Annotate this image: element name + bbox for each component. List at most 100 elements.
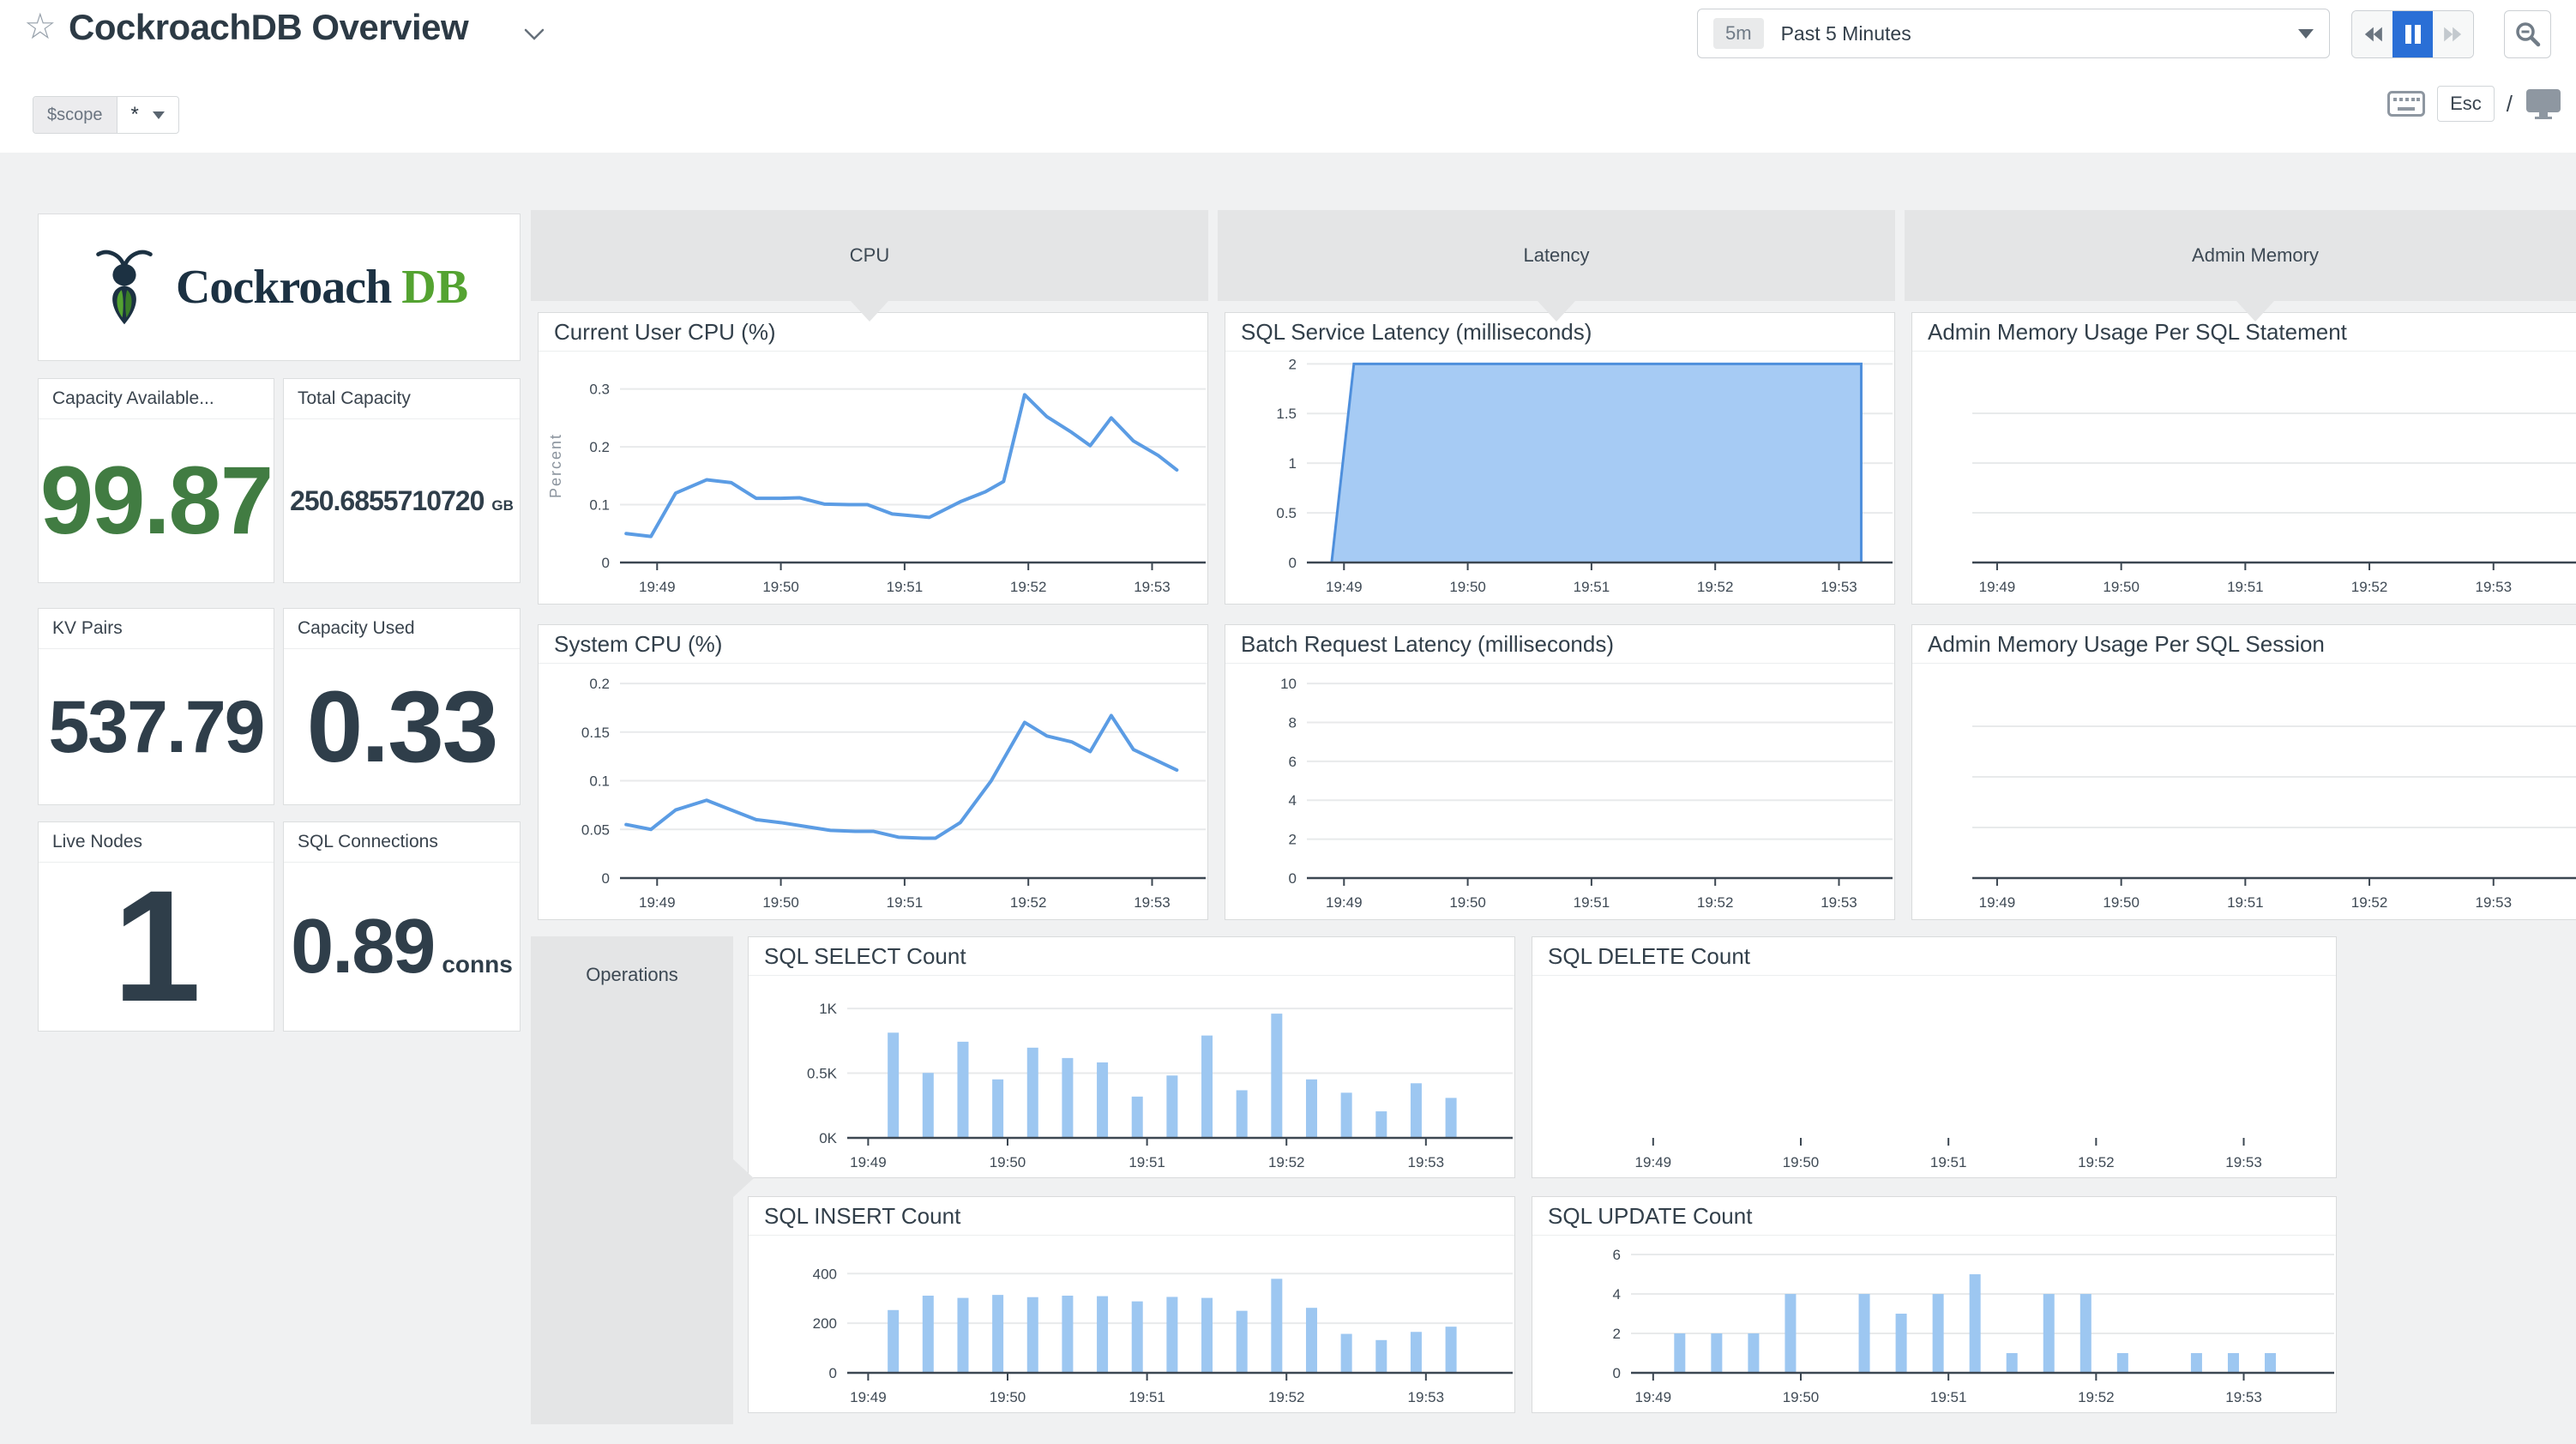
svg-text:19:50: 19:50 <box>990 1154 1026 1170</box>
panel-title: System CPU (%) <box>539 625 1207 664</box>
logo-text: Cockroach <box>175 261 392 314</box>
svg-text:19:50: 19:50 <box>1449 579 1486 595</box>
time-range-picker[interactable]: 5m Past 5 Minutes <box>1697 9 2330 58</box>
svg-text:0: 0 <box>602 870 610 887</box>
svg-text:19:52: 19:52 <box>2078 1389 2115 1405</box>
svg-text:19:49: 19:49 <box>1635 1389 1672 1405</box>
svg-text:19:50: 19:50 <box>2103 579 2140 595</box>
time-range-caret-icon <box>2298 28 2314 39</box>
panel-title: Admin Memory Usage Per SQL Session <box>1912 625 2576 664</box>
page-title: CockroachDB Overview <box>69 7 469 47</box>
card-title: Capacity Available... <box>39 379 274 419</box>
card-capacity-used[interactable]: Capacity Used 0.33 <box>283 608 521 805</box>
panel-title: SQL DELETE Count <box>1532 937 2336 976</box>
svg-text:19:49: 19:49 <box>850 1154 887 1170</box>
svg-text:4: 4 <box>1289 792 1297 809</box>
group-label: Operations <box>586 964 678 985</box>
svg-text:19:51: 19:51 <box>2227 894 2264 911</box>
group-header-operations[interactable]: Operations <box>531 936 754 1424</box>
chart-sql-service-latency[interactable]: 0 0.5 1 1.5 2 19:49 19:50 19:51 19:52 19:53 <box>1225 352 1894 604</box>
scope-caret-icon <box>152 111 165 119</box>
cockroach-bug-icon <box>96 250 153 325</box>
chart-current-user-cpu[interactable]: 0 0.1 0.2 0.3 19:49 19:50 19:51 19:52 19:53 Perce… <box>539 352 1207 604</box>
pause-button[interactable] <box>2392 11 2433 57</box>
time-range-label: Past 5 Minutes <box>1780 21 1911 45</box>
svg-text:19:51: 19:51 <box>1129 1154 1165 1170</box>
svg-text:1K: 1K <box>819 1001 837 1017</box>
panel-title: Batch Request Latency (milliseconds) <box>1225 625 1894 664</box>
svg-text:0: 0 <box>1613 1365 1621 1381</box>
chart-sql-update-count[interactable]: 0 2 4 6 19:49 19:50 19:51 19:52 19:53 <box>1532 1236 2336 1412</box>
time-shift-button-group <box>2351 10 2474 58</box>
card-value: 1 <box>112 857 202 1035</box>
scope-value-select[interactable]: * <box>117 97 178 133</box>
card-live-nodes[interactable]: Live Nodes 1 <box>38 821 274 1032</box>
title-chevron-down-icon[interactable] <box>523 27 545 45</box>
esc-key-hint[interactable]: Esc <box>2437 86 2495 122</box>
favorite-star-icon[interactable]: ☆ <box>24 9 57 45</box>
svg-text:6: 6 <box>1289 754 1297 770</box>
chart-admin-memory-statement[interactable]: 19:49 19:50 19:51 19:52 19:53 <box>1912 352 2576 604</box>
svg-text:19:53: 19:53 <box>2475 894 2512 911</box>
svg-text:19:50: 19:50 <box>990 1389 1026 1405</box>
group-notch <box>851 301 888 322</box>
card-title: Capacity Used <box>284 609 520 649</box>
panel-system-cpu: System CPU (%) 0 0.05 0.1 0.15 0.2 19:49 19:50… <box>538 624 1208 920</box>
card-value: 99.87 <box>39 447 274 554</box>
scope-label: $scope <box>33 97 117 133</box>
chart-sql-select-count[interactable]: 0K 0.5K 1K 19:49 19:50 19:51 19:52 19:53 <box>749 976 1514 1177</box>
rewind-button[interactable] <box>2352 11 2392 57</box>
card-total-capacity[interactable]: Total Capacity 250.6855710720 GB <box>283 378 521 583</box>
svg-text:19:50: 19:50 <box>762 894 799 911</box>
svg-text:2: 2 <box>1613 1326 1621 1342</box>
panel-batch-request-latency: Batch Request Latency (milliseconds) 0 2 4… <box>1225 624 1895 920</box>
zoom-out-button[interactable] <box>2504 10 2551 58</box>
svg-text:19:52: 19:52 <box>1268 1389 1305 1405</box>
chart-sql-delete-count[interactable]: 19:49 19:50 19:51 19:52 19:53 <box>1532 976 2336 1177</box>
group-label: CPU <box>849 244 890 266</box>
svg-text:19:49: 19:49 <box>1979 894 2016 911</box>
panel-title: SQL INSERT Count <box>749 1197 1514 1236</box>
shortcut-hints: Esc / <box>2387 86 2562 122</box>
card-capacity-available[interactable]: Capacity Available... 99.87 <box>38 378 274 583</box>
svg-text:19:52: 19:52 <box>2078 1154 2115 1170</box>
panel-title: SQL SELECT Count <box>749 937 1514 976</box>
card-value: 0.89 <box>291 904 436 990</box>
svg-text:8: 8 <box>1289 714 1297 731</box>
svg-text:0K: 0K <box>819 1130 837 1146</box>
group-header-cpu[interactable]: CPU <box>531 210 1208 322</box>
svg-text:10: 10 <box>1280 676 1297 692</box>
svg-text:0.5: 0.5 <box>1276 505 1297 521</box>
svg-text:19:53: 19:53 <box>1408 1154 1445 1170</box>
svg-text:0: 0 <box>829 1365 837 1381</box>
scope-template-variable[interactable]: $scope * <box>33 96 179 134</box>
svg-text:19:50: 19:50 <box>1783 1154 1820 1170</box>
card-unit: GB <box>491 497 514 514</box>
group-label: Admin Memory <box>2192 244 2319 266</box>
svg-text:19:53: 19:53 <box>1134 894 1171 911</box>
card-sql-connections[interactable]: SQL Connections 0.89 conns <box>283 821 521 1032</box>
svg-text:19:51: 19:51 <box>1930 1389 1967 1405</box>
chart-batch-request-latency[interactable]: 0 2 4 6 8 10 19:49 19:50 19:51 19:52 19:53 <box>1225 664 1894 919</box>
svg-text:19:50: 19:50 <box>1783 1389 1820 1405</box>
card-unit: conns <box>442 951 513 978</box>
fullscreen-monitor-icon[interactable] <box>2525 87 2562 120</box>
svg-text:0.05: 0.05 <box>581 821 610 838</box>
card-kv-pairs[interactable]: KV Pairs 537.79 <box>38 608 274 805</box>
svg-text:2: 2 <box>1289 356 1297 372</box>
svg-text:19:50: 19:50 <box>2103 894 2140 911</box>
svg-text:19:52: 19:52 <box>1010 579 1047 595</box>
svg-text:19:52: 19:52 <box>2351 579 2388 595</box>
svg-text:19:49: 19:49 <box>639 894 676 911</box>
chart-sql-insert-count[interactable]: 0 200 400 19:49 19:50 19:51 19:52 19:53 <box>749 1236 1514 1412</box>
panel-admin-memory-session: Admin Memory Usage Per SQL Session 19:49… <box>1911 624 2576 920</box>
forward-button[interactable] <box>2433 11 2473 57</box>
group-header-latency[interactable]: Latency <box>1218 210 1895 322</box>
chart-admin-memory-session[interactable]: 19:49 19:50 19:51 19:52 19:53 <box>1912 664 2576 919</box>
svg-text:0: 0 <box>1289 555 1297 571</box>
chart-system-cpu[interactable]: 0 0.05 0.1 0.15 0.2 19:49 19:50 19:51 19:52 19:53 <box>539 664 1207 919</box>
cockroachdb-logo-widget[interactable]: Cockroach DB <box>38 214 521 361</box>
group-header-admin-memory[interactable]: Admin Memory <box>1905 210 2576 322</box>
svg-text:19:51: 19:51 <box>1129 1389 1165 1405</box>
svg-text:19:53: 19:53 <box>1408 1389 1445 1405</box>
